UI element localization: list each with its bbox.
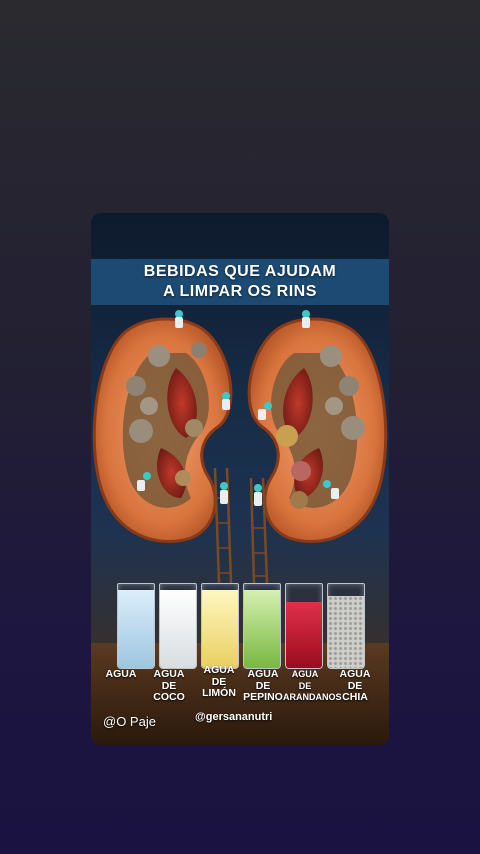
glass-water — [117, 583, 155, 669]
kidneys-illustration — [92, 310, 388, 584]
glass-cranberry-water — [285, 583, 323, 669]
label-agua-de-coco: AGUA DE COCO — [153, 668, 185, 703]
post-image-card: BEBIDAS QUE AJUDAM A LIMPAR OS RINS AGUA… — [91, 213, 389, 745]
author-handle[interactable]: @gersananutri — [195, 711, 272, 723]
title-line-1: BEBIDAS QUE AJUDAM — [143, 263, 337, 280]
glass-cucumber-water — [243, 583, 281, 669]
left-kidney — [92, 317, 233, 543]
title-line-2: A LIMPAR OS RINS — [163, 283, 317, 300]
label-agua-de-chia: AGUA DE CHIA — [339, 668, 371, 703]
glass-lemon-water — [201, 583, 239, 669]
label-agua-de-arandanos: AGUA DE ARANDANOS — [283, 669, 342, 702]
title-banner: BEBIDAS QUE AJUDAM A LIMPAR OS RINS — [91, 259, 389, 305]
glass-coconut-water — [159, 583, 197, 669]
glass-chia-water — [327, 583, 365, 669]
label-agua: AGUA — [105, 668, 137, 680]
label-agua-de-pepino: AGUA DE PEPINO — [243, 668, 283, 703]
label-agua-de-limon: AGUA DE LIMÓN — [202, 664, 236, 699]
right-kidney — [247, 317, 388, 543]
credit-text: @O Paje — [103, 714, 156, 729]
